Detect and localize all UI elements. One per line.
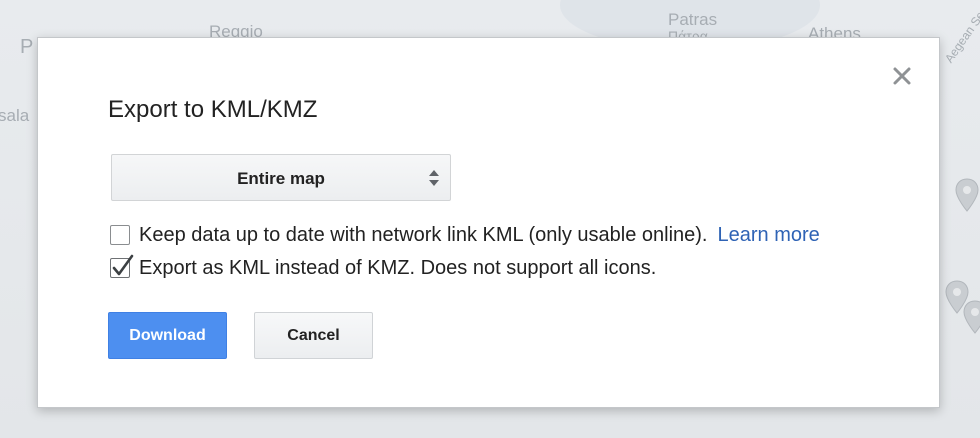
network-link-checkbox[interactable] (110, 225, 130, 245)
map-label-aegean: Aegean Se (941, 8, 980, 66)
layer-select-value: Entire map (237, 169, 325, 188)
download-button[interactable]: Download (108, 312, 227, 359)
close-icon[interactable] (890, 64, 914, 88)
map-label-fragment-p: P (20, 36, 34, 58)
dialog-title: Export to KML/KMZ (108, 96, 318, 123)
checkmark-icon (112, 254, 134, 276)
map-label-patras: Patras (668, 10, 718, 29)
map-label-fragment-sala: sala (0, 106, 30, 125)
map-pin-icon[interactable] (954, 178, 980, 212)
layer-select-dropdown[interactable]: Entire map (111, 154, 451, 201)
export-kml-dialog: Export to KML/KMZ Entire map Keep data u… (37, 37, 940, 408)
cancel-button[interactable]: Cancel (254, 312, 373, 359)
map-pin-icon[interactable] (962, 300, 980, 334)
learn-more-link[interactable]: Learn more (717, 224, 819, 247)
up-down-spinner-icon (429, 170, 439, 186)
export-kml-label: Export as KML instead of KMZ. Does not s… (139, 256, 657, 279)
export-kml-checkbox[interactable] (110, 254, 134, 278)
export-kml-option: Export as KML instead of KMZ. Does not s… (110, 254, 657, 280)
network-link-label: Keep data up to date with network link K… (139, 223, 708, 246)
network-link-option: Keep data up to date with network link K… (110, 223, 820, 247)
